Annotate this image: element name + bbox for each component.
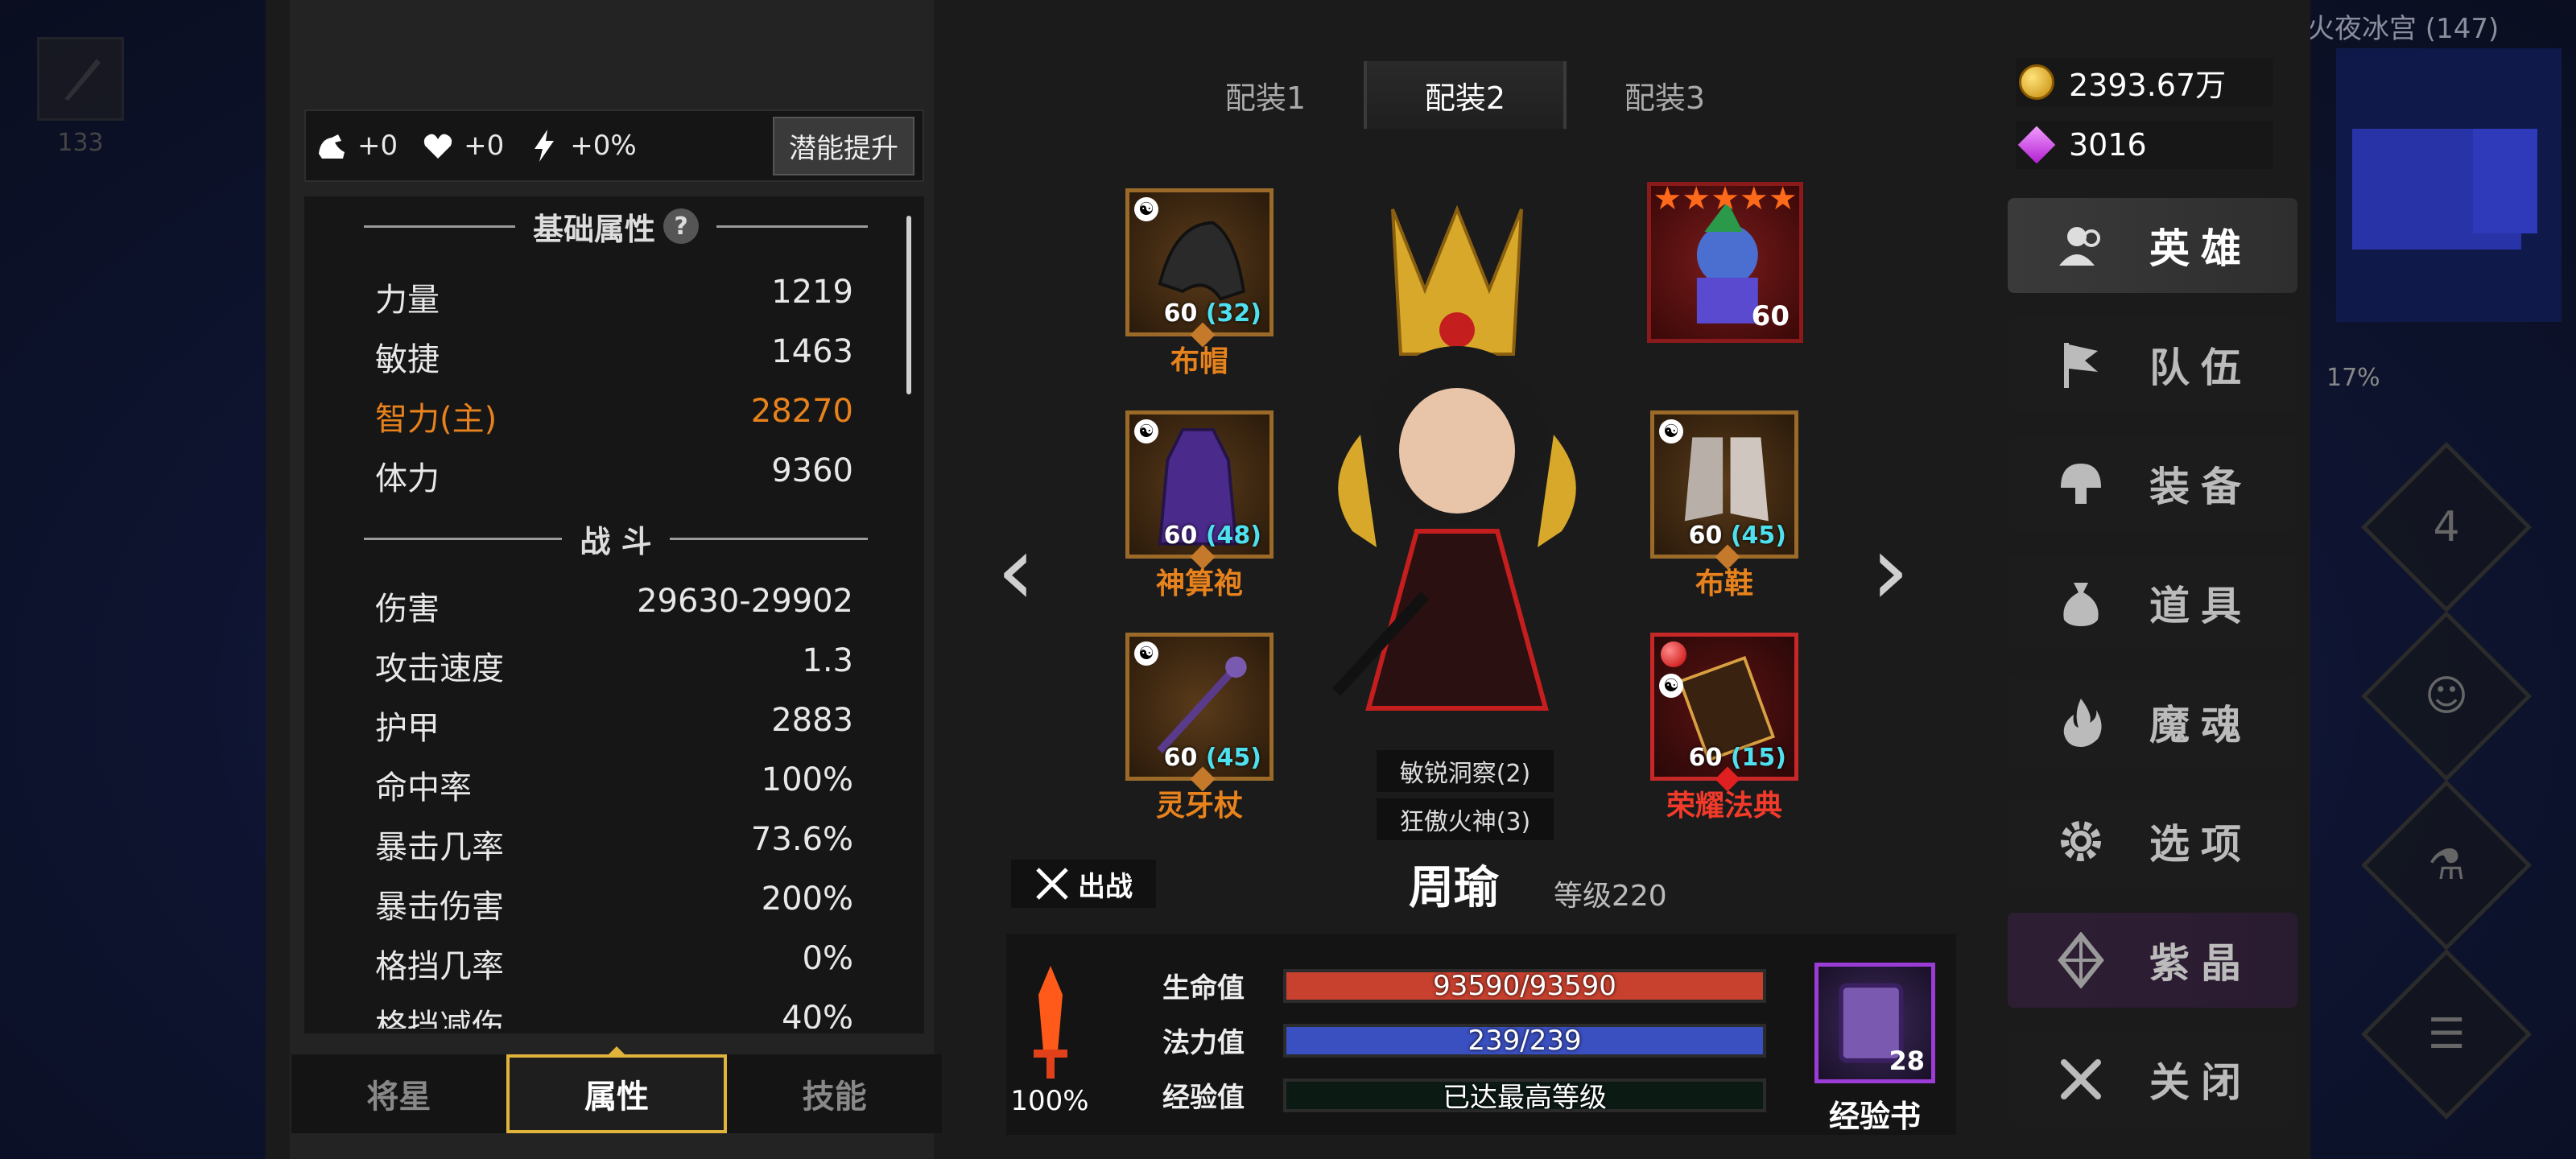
crossed-swords-icon <box>1036 868 1068 900</box>
mp-row: 法力值 239/239 <box>1162 1021 1766 1060</box>
arm-icon <box>319 134 345 159</box>
hero-name: 周瑜 <box>1409 862 1499 914</box>
hero-figure <box>1331 204 1576 711</box>
hero-portrait <box>1304 193 1610 740</box>
equip-name-shoes: 布鞋 <box>1695 567 1753 600</box>
quill-icon <box>64 59 101 101</box>
heart-icon <box>423 134 452 159</box>
attr-row-hit-rate: 命中率 100% <box>375 761 853 806</box>
exp-book-label: 经验书 <box>1828 1099 1921 1134</box>
map-title: 火夜冰宫 (147) <box>2307 13 2500 45</box>
speed-bonus: +0% <box>526 128 637 163</box>
menu-options[interactable]: 选项 <box>2008 794 2297 889</box>
attr-row-stamina: 体力 9360 <box>375 452 853 497</box>
pet-stars: ★★★★★ <box>1653 180 1798 217</box>
menu-hero[interactable]: 英雄 <box>2008 198 2297 293</box>
yin-yang-icon: ☯ <box>1134 419 1158 443</box>
attr-row-block-chance: 格挡几率 0% <box>375 940 853 985</box>
menu-equipment[interactable]: 装备 <box>2008 436 2297 531</box>
crystal-display: 3016 <box>2016 121 2273 169</box>
battle-button[interactable]: 出战 <box>1011 860 1156 908</box>
tab-attributes[interactable]: 属性 <box>506 1054 728 1133</box>
flag-icon <box>2064 343 2098 388</box>
gear-icon <box>2061 821 2101 861</box>
attr-row-crit-chance: 暴击几率 73.6% <box>375 821 853 866</box>
attr-row-attack-speed: 攻击速度 1.3 <box>375 642 853 687</box>
helmet-icon <box>2061 464 2101 504</box>
gold-display: 2393.67万 <box>2016 58 2273 106</box>
minimap <box>2336 48 2562 322</box>
equip-slot-shoes[interactable]: ☯ 60 (45) <box>1650 410 1798 570</box>
yin-yang-icon: ☯ <box>1659 419 1683 443</box>
tab-loadout-2[interactable]: 配装2 <box>1367 61 1567 129</box>
rage-percent: 100% <box>1010 1085 1089 1117</box>
hp-row: 生命值 93590/93590 <box>1162 966 1766 1005</box>
set-bonus-1[interactable]: 敏锐洞察(2) <box>1377 750 1554 792</box>
exp-row: 经验值 已达最高等级 <box>1162 1075 1766 1115</box>
attr-row-armor: 护甲 2883 <box>375 702 853 747</box>
map-progress: 17% <box>2326 364 2380 392</box>
hero-level: 等级220 <box>1554 880 1667 913</box>
tab-loadout-1[interactable]: 配装1 <box>1167 61 1367 129</box>
equip-slot-staff[interactable]: ☯ 60 (45) <box>1125 633 1274 792</box>
potential-upgrade-button[interactable]: 潜能提升 <box>773 116 914 175</box>
menu-soul[interactable]: 魔魂 <box>2008 674 2297 769</box>
crystal-icon <box>2058 932 2104 988</box>
attributes-scrollbar[interactable] <box>906 216 911 394</box>
basic-attributes-title: 基础属性? <box>346 206 886 247</box>
flame-icon <box>2063 699 2102 747</box>
potential-bar: +0 +0 +0% 潜能提升 <box>304 109 924 182</box>
red-gem-icon <box>1661 641 1686 667</box>
hp-bar: 93590/93590 <box>1283 968 1766 1003</box>
hero-icon <box>2059 227 2100 266</box>
tab-loadout-3[interactable]: 配装3 <box>1567 61 1763 129</box>
tab-skills[interactable]: 技能 <box>727 1054 942 1133</box>
exp-book-slot[interactable]: 28 <box>1814 963 1935 1083</box>
equip-slot-robe[interactable]: ☯ 60 (48) <box>1125 410 1274 570</box>
strength-bonus: +0 <box>314 128 398 163</box>
sword-rage-icon <box>1034 966 1067 1079</box>
mp-bar: 239/239 <box>1283 1023 1766 1058</box>
purple-crystal-icon <box>2017 126 2056 164</box>
attr-row-strength: 力量 1219 <box>375 274 853 319</box>
equip-name-hat: 布帽 <box>1170 345 1228 378</box>
equip-name-robe: 神算袍 <box>1155 567 1243 600</box>
gold-coin-icon <box>2019 64 2054 100</box>
lightning-icon <box>535 130 555 162</box>
attr-row-damage: 伤害 29630-29902 <box>375 583 853 628</box>
attr-row-intellect-main: 智力(主) 28270 <box>375 393 853 438</box>
tab-stars[interactable]: 将星 <box>291 1054 506 1133</box>
attr-row-agility: 敏捷 1463 <box>375 333 853 378</box>
equip-name-staff: 灵牙杖 <box>1155 790 1243 823</box>
prev-hero-arrow[interactable]: ‹ <box>997 515 1035 627</box>
menu-crystal[interactable]: 紫晶 <box>2008 913 2297 1008</box>
quest-slot-number: 133 <box>57 129 104 157</box>
combat-title: 战 斗 <box>346 518 886 559</box>
set-bonus-2[interactable]: 狂傲火神(3) <box>1377 798 1554 840</box>
equip-slot-book[interactable]: ☯ 60 (15) <box>1650 633 1798 792</box>
close-icon <box>2061 1059 2101 1099</box>
attr-row-block-reduction: 格挡减伤 40% <box>375 1000 853 1029</box>
bottom-tabs: 将星 属性 技能 <box>291 1054 942 1133</box>
quest-slot <box>37 37 124 121</box>
equip-slot-hat[interactable]: ☯ 60 (32) <box>1125 188 1274 348</box>
menu-team[interactable]: 队伍 <box>2008 317 2297 412</box>
attr-row-crit-damage: 暴击伤害 200% <box>375 881 853 926</box>
menu-items[interactable]: 道具 <box>2008 555 2297 650</box>
yin-yang-icon: ☯ <box>1134 641 1158 666</box>
bag-icon <box>2063 583 2099 626</box>
menu-close[interactable]: 关闭 <box>2008 1032 2297 1127</box>
loadout-tabs: 配装1 配装2 配装3 <box>1167 61 1763 129</box>
help-icon[interactable]: ? <box>663 208 700 244</box>
equip-name-book: 荣耀法典 <box>1666 790 1782 823</box>
yin-yang-icon: ☯ <box>1659 674 1683 698</box>
yin-yang-icon: ☯ <box>1134 197 1158 221</box>
game-screen: 133 [3ad027b6-a584-4c2d-9770] 火夜冰宫 (147)… <box>0 0 2576 1159</box>
exp-bar: 已达最高等级 <box>1283 1078 1766 1114</box>
next-hero-arrow[interactable]: › <box>1871 515 1909 627</box>
health-bonus: +0 <box>420 128 504 163</box>
